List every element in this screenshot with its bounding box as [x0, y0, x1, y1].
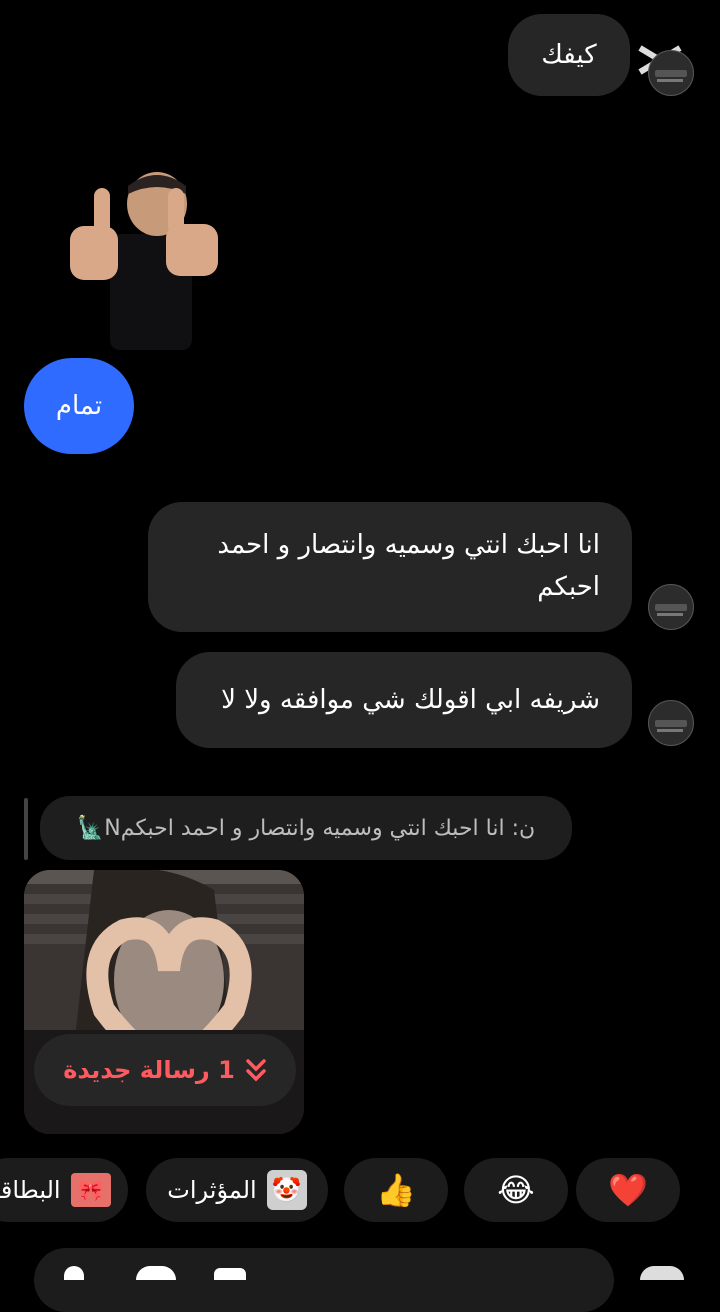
avatar[interactable] [648, 700, 694, 746]
effects-chip-label: المؤثرات [167, 1176, 257, 1204]
camera-icon[interactable] [640, 1266, 684, 1280]
message-bubble[interactable]: شريفه ابي اقولك شي موافقه ولا لا [176, 652, 632, 748]
message-text: شريفه ابي اقولك شي موافقه ولا لا [221, 685, 600, 715]
reaction-laugh[interactable]: 😂 [464, 1158, 568, 1222]
heart-icon: ❤️ [608, 1171, 648, 1209]
reply-preview[interactable]: ن: انا احبك انتي وسميه وانتصار و احمد اح… [40, 796, 572, 860]
reaction-thumbs-up[interactable]: 👍 [344, 1158, 448, 1222]
avatar[interactable] [648, 584, 694, 630]
reply-preview-text: ن: انا احبك انتي وسميه وانتصار و احمد اح… [76, 815, 536, 841]
new-message-pill[interactable]: 1 رسالة جديدة [34, 1034, 296, 1106]
message-bubble[interactable]: انا احبك انتي وسميه وانتصار و احمد احبكم [148, 502, 632, 632]
message-text: تمام [55, 391, 103, 421]
face-effect-icon: 🤡 [266, 1170, 307, 1210]
microphone-icon[interactable] [64, 1266, 84, 1280]
new-message-label: 1 رسالة جديدة [63, 1056, 235, 1084]
chevron-double-down-icon [245, 1057, 267, 1083]
message-text: انا احبك انتي وسميه وانتصار و احمد احبكم [217, 530, 600, 602]
laugh-icon: 😂 [497, 1171, 535, 1209]
sticker-icon[interactable] [136, 1266, 176, 1280]
message-composer[interactable] [34, 1248, 614, 1312]
effects-chip[interactable]: 🤡 المؤثرات [146, 1158, 328, 1222]
message-text: كيفك [541, 40, 597, 70]
ribbon-icon: 🎀 [70, 1173, 111, 1207]
gallery-icon[interactable] [214, 1268, 246, 1280]
reply-quote-bar [24, 798, 28, 860]
sticker-image[interactable] [62, 164, 222, 350]
avatar[interactable] [648, 50, 694, 96]
message-bubble-outgoing[interactable]: تمام [24, 358, 134, 454]
reaction-heart[interactable]: ❤️ [576, 1158, 680, 1222]
card-chip[interactable]: 🎀 البطاقة [0, 1158, 128, 1222]
message-bubble[interactable]: كيفك [508, 14, 630, 96]
card-chip-label: البطاقة [0, 1176, 61, 1204]
thumbs-up-icon: 👍 [376, 1171, 416, 1209]
